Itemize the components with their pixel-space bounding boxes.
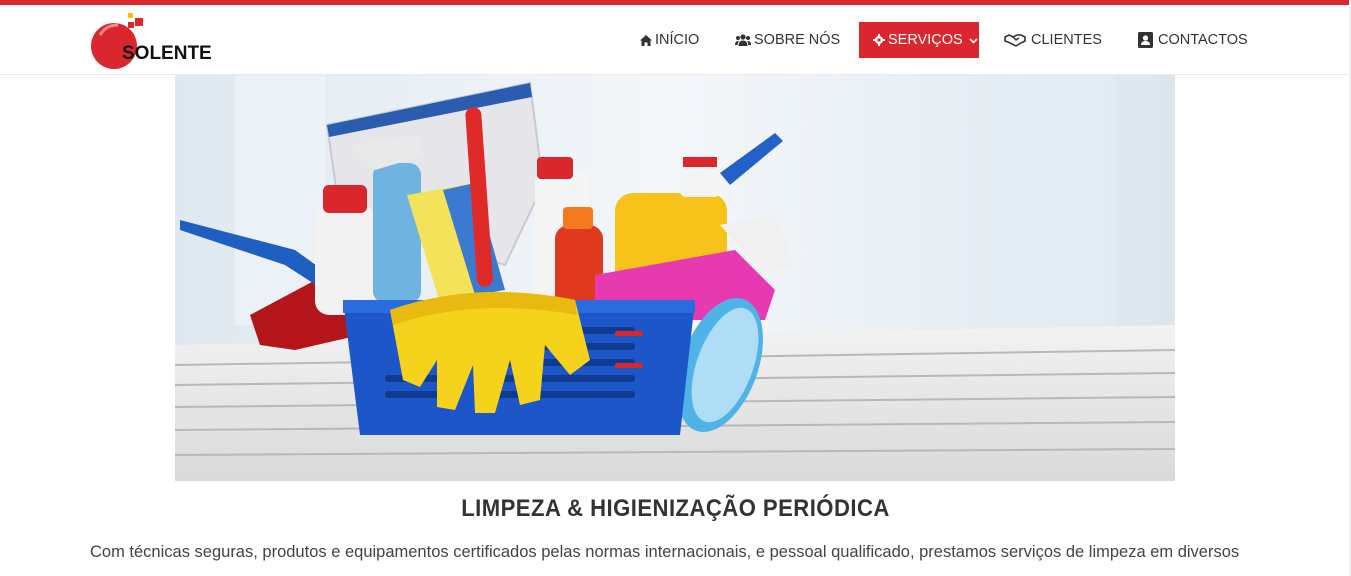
handshake-icon bbox=[1004, 33, 1026, 47]
users-icon bbox=[735, 34, 751, 46]
nav-contactos-label: CONTACTOS bbox=[1158, 32, 1248, 48]
nav-clientes[interactable]: CLIENTES bbox=[1004, 22, 1102, 58]
nav-clientes-label: CLIENTES bbox=[1031, 32, 1102, 48]
cleaning-basket-illustration bbox=[175, 75, 1175, 481]
contact-card-icon bbox=[1138, 32, 1153, 48]
gear-icon bbox=[873, 34, 885, 46]
nav-inicio[interactable]: INÍCIO bbox=[640, 22, 699, 58]
nav-contactos[interactable]: CONTACTOS bbox=[1138, 22, 1248, 58]
page-title: LIMPEZA & HIGIENIZAÇÃO PERIÓDICA bbox=[461, 495, 890, 522]
brand-logo[interactable]: SOLENTE bbox=[90, 13, 212, 75]
nav-sobre-nos-label: SOBRE NÓS bbox=[754, 32, 841, 48]
brand-name: SOLENTE bbox=[122, 43, 212, 64]
nav-servicos-label: SERVIÇOS bbox=[888, 32, 963, 48]
chevron-down-icon bbox=[969, 32, 978, 48]
nav-sobre-nos[interactable]: SOBRE NÓS bbox=[735, 22, 840, 58]
hero-image bbox=[175, 75, 1175, 481]
nav-inicio-label: INÍCIO bbox=[655, 32, 700, 48]
service-description: Com técnicas seguras, produtos e equipam… bbox=[90, 543, 1240, 561]
site-header: SOLENTE INÍCIO SOBRE NÓS SERVIÇOS CLIENT… bbox=[0, 5, 1351, 75]
nav-servicos[interactable]: SERVIÇOS bbox=[859, 22, 979, 58]
home-icon bbox=[640, 34, 652, 46]
